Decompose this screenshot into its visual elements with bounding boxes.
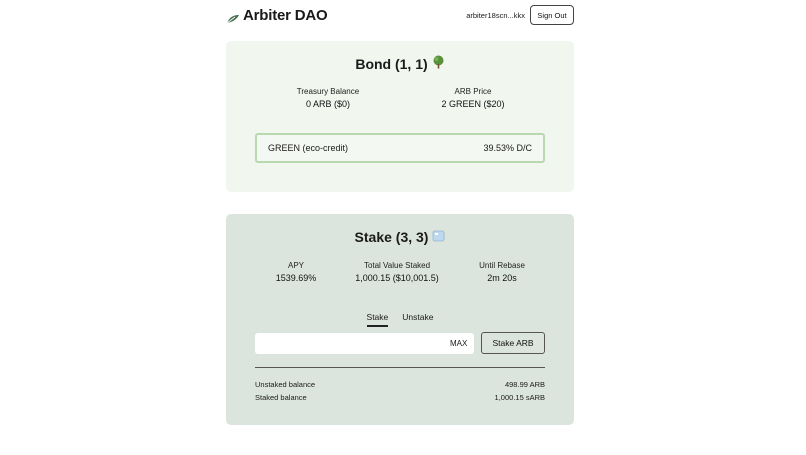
unstaked-balance-label: Unstaked balance <box>255 380 316 389</box>
apy-value: 1539.69% <box>275 273 317 283</box>
wallet-address: arbiter18scn...kkx <box>466 11 525 20</box>
ice-cube-icon <box>432 229 445 245</box>
total-value-staked-value: 1,000.15 ($10,001.5) <box>355 273 439 283</box>
arb-price-label: ARB Price <box>454 87 492 96</box>
tab-stake[interactable]: Stake <box>366 312 389 327</box>
brand-name: Arbiter DAO <box>243 7 328 24</box>
stake-tabs: Stake Unstake <box>226 312 574 327</box>
sign-out-button[interactable]: Sign Out <box>530 5 574 25</box>
unstaked-balance-row: Unstaked balance 498.99 ARB <box>255 380 545 389</box>
bond-item-rate: 39.53% D/C <box>483 143 532 153</box>
stake-card: Stake (3, 3) APY 1539.69% Total Value St… <box>226 214 574 425</box>
arb-price-value: 2 GREEN ($20) <box>441 99 505 109</box>
stake-title-text: Stake (3, 3) <box>354 229 429 245</box>
until-rebase-label: Until Rebase <box>479 261 525 270</box>
total-value-staked-label: Total Value Staked <box>363 261 431 270</box>
header: Arbiter DAO arbiter18scn...kkx Sign Out <box>226 4 574 28</box>
until-rebase-value: 2m 20s <box>487 273 517 283</box>
bond-title-text: Bond (1, 1) <box>355 55 428 72</box>
leaf-logo-icon <box>226 11 240 23</box>
brand[interactable]: Arbiter DAO <box>226 7 328 24</box>
divider <box>255 367 545 368</box>
staked-balance-row: Staked balance 1,000.15 sARB <box>255 393 545 402</box>
stake-arb-button[interactable]: Stake ARB <box>481 332 545 354</box>
arb-price-stat: ARB Price 2 GREEN ($20) <box>423 87 523 109</box>
treasury-balance-stat: Treasury Balance 0 ARB ($0) <box>278 87 378 109</box>
treasury-balance-value: 0 ARB ($0) <box>305 99 351 109</box>
apy-stat: APY 1539.69% <box>256 261 336 283</box>
unstaked-balance-value: 498.99 ARB <box>504 380 545 389</box>
tree-icon <box>432 55 445 72</box>
apy-label: APY <box>287 261 304 270</box>
total-value-staked-stat: Total Value Staked 1,000.15 ($10,001.5) <box>342 261 452 283</box>
tab-unstake[interactable]: Unstake <box>402 312 433 327</box>
treasury-balance-label: Treasury Balance <box>296 87 360 96</box>
staked-balance-label: Staked balance <box>255 393 307 402</box>
staked-balance-value: 1,000.15 sARB <box>494 393 545 402</box>
max-button[interactable]: MAX <box>450 339 467 348</box>
green-bond-item[interactable]: GREEN (eco-credit) 39.53% D/C <box>255 133 545 163</box>
stake-title: Stake (3, 3) <box>226 229 574 245</box>
bond-card: Bond (1, 1) Treasury Balance 0 ARB ($0) … <box>226 41 574 192</box>
bond-item-name: GREEN (eco-credit) <box>268 143 349 153</box>
until-rebase-stat: Until Rebase 2m 20s <box>462 261 542 283</box>
stake-amount-input[interactable] <box>255 333 474 354</box>
bond-title: Bond (1, 1) <box>226 55 574 72</box>
